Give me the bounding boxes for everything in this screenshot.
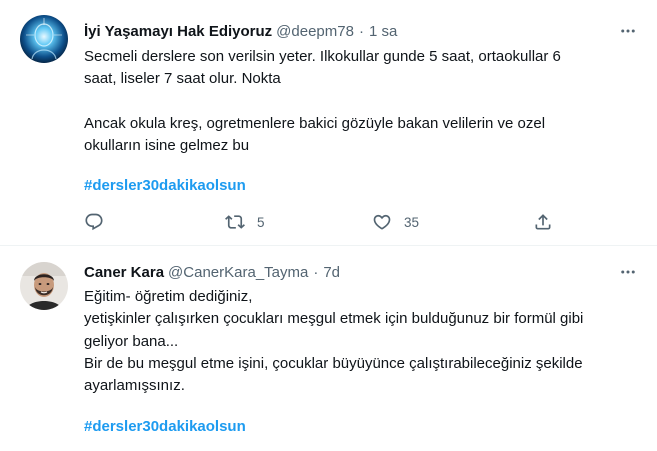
more-options-button[interactable]: [617, 262, 639, 282]
user-avatar[interactable]: [20, 15, 68, 63]
retweet-icon: [225, 215, 245, 229]
tweet[interactable]: İyi Yaşamayı Hak Ediyoruz @deepm78 · 1 s…: [0, 0, 657, 246]
more-horizontal-icon: [621, 270, 635, 274]
tweet-timestamp[interactable]: 7d: [323, 264, 340, 281]
share-icon: [535, 214, 551, 230]
more-horizontal-icon: [621, 29, 635, 33]
more-options-button[interactable]: [617, 21, 639, 41]
separator-dot: ·: [358, 22, 364, 40]
user-handle[interactable]: @deepm78: [276, 23, 354, 40]
man-with-beard-avatar-icon: [20, 262, 68, 310]
user-handle[interactable]: @CanerKara_Tayma: [168, 264, 308, 281]
heart-icon: [373, 214, 391, 230]
tweet-text: Eğitim- öğretim dediğiniz, yetişkinler ç…: [84, 288, 584, 395]
tweet-header: Caner Kara @CanerKara_Tayma · 7d: [84, 262, 340, 282]
display-name[interactable]: Caner Kara: [84, 264, 164, 281]
tweet-actions: 5 35: [82, 210, 562, 234]
hashtag-link[interactable]: #dersler30dakikaolsun: [84, 177, 246, 194]
like-count: 35: [404, 214, 420, 230]
separator-dot: ·: [313, 263, 319, 281]
reply-icon: [85, 213, 103, 231]
tweet-header: İyi Yaşamayı Hak Ediyoruz @deepm78 · 1 s…: [84, 21, 397, 41]
tweet-text: Secmeli derslere son verilsin yeter. Ilk…: [84, 48, 561, 155]
share-button[interactable]: [533, 210, 553, 234]
display-name[interactable]: İyi Yaşamayı Hak Ediyoruz: [84, 23, 272, 40]
like-button[interactable]: 35: [372, 210, 419, 234]
tweet-timestamp[interactable]: 1 sa: [369, 23, 397, 40]
reply-button[interactable]: [84, 210, 104, 234]
tweet[interactable]: Caner Kara @CanerKara_Tayma · 7d Eğitim-…: [0, 247, 657, 451]
retweet-button[interactable]: 5: [225, 210, 265, 234]
blue-glowing-head-avatar-icon: [20, 15, 68, 63]
user-avatar[interactable]: [20, 262, 68, 310]
retweet-count: 5: [257, 214, 265, 230]
hashtag-link[interactable]: #dersler30dakikaolsun: [84, 418, 246, 435]
